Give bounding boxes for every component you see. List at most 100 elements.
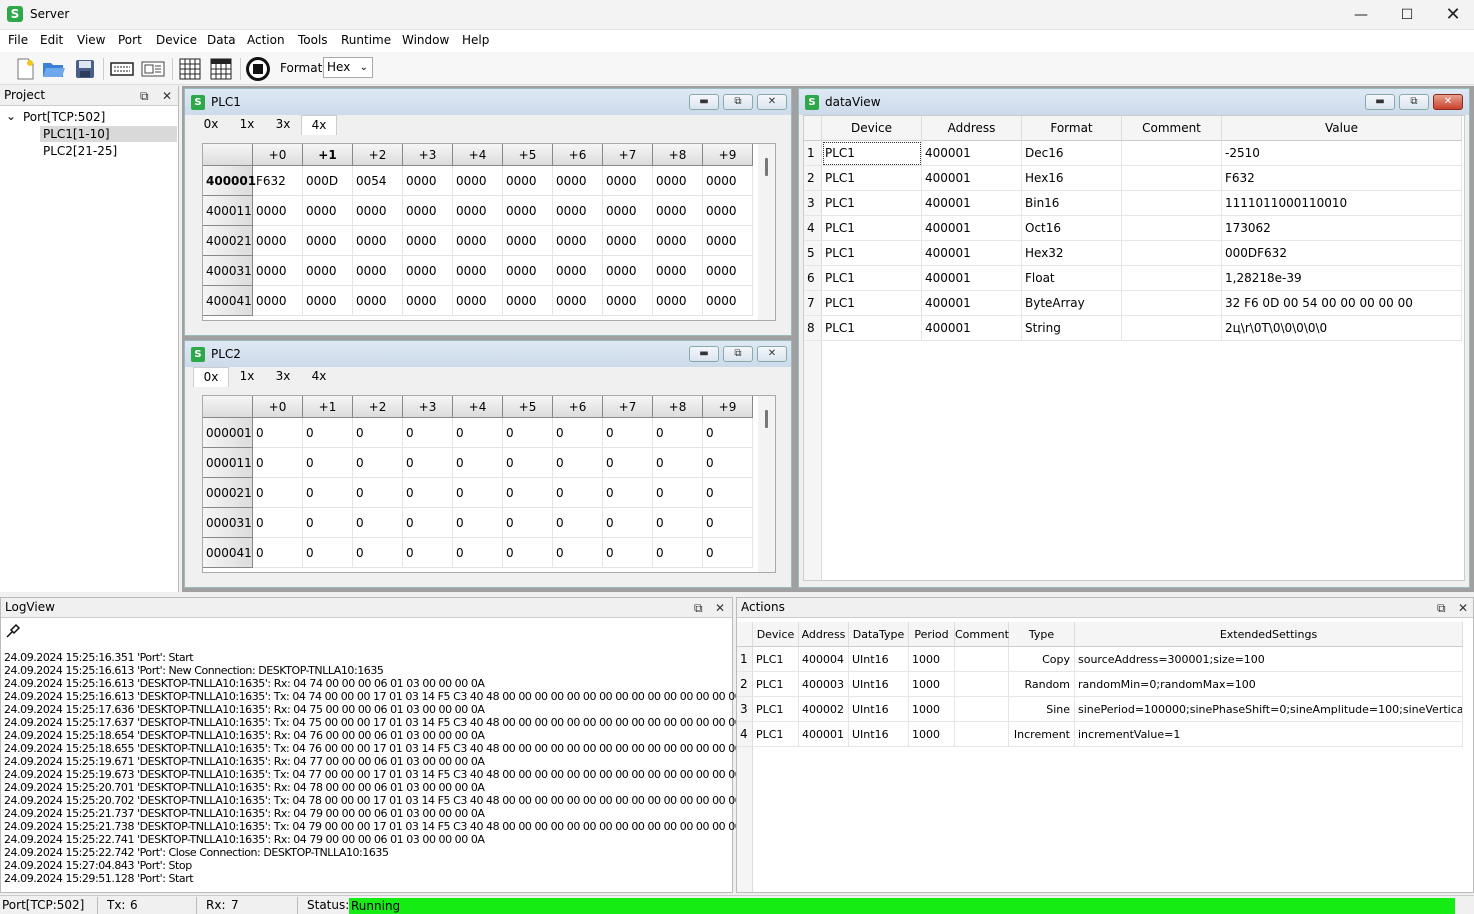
register-cell[interactable]: 0 xyxy=(453,508,503,538)
table-cell[interactable]: PLC1 xyxy=(753,697,799,722)
row-header[interactable]: 000001 xyxy=(203,418,253,448)
restore-button[interactable]: ⧉ xyxy=(723,346,753,362)
table-cell[interactable]: PLC1 xyxy=(753,672,799,697)
tree-item-port[interactable]: Port[TCP:502] xyxy=(23,110,105,124)
row-header[interactable]: 400031 xyxy=(203,256,253,286)
column-header[interactable]: Address xyxy=(799,622,849,647)
table-cell[interactable] xyxy=(955,647,1009,672)
register-cell[interactable]: 0 xyxy=(653,478,703,508)
register-cell[interactable]: 0 xyxy=(453,538,503,568)
register-cell[interactable]: 0000 xyxy=(503,226,553,256)
register-cell[interactable]: 0 xyxy=(653,538,703,568)
column-header[interactable]: Device xyxy=(822,116,922,141)
register-cell[interactable]: 0000 xyxy=(703,226,753,256)
table-cell[interactable]: Copy xyxy=(1009,647,1075,672)
register-cell[interactable]: 0 xyxy=(453,448,503,478)
close-icon[interactable]: ✕ xyxy=(162,87,172,106)
register-cell[interactable]: 0000 xyxy=(303,226,353,256)
table-cell[interactable] xyxy=(1122,216,1222,241)
table-cell[interactable]: PLC1 xyxy=(822,191,922,216)
register-cell[interactable]: 0054 xyxy=(353,166,403,196)
column-header[interactable]: Format xyxy=(1022,116,1122,141)
menu-data[interactable]: Data xyxy=(207,33,236,47)
register-cell[interactable]: 0 xyxy=(403,418,453,448)
table-cell[interactable] xyxy=(1122,266,1222,291)
column-header[interactable]: ExtendedSettings xyxy=(1075,622,1463,647)
menu-file[interactable]: File xyxy=(8,33,28,47)
register-cell[interactable]: 0000 xyxy=(503,166,553,196)
column-header[interactable]: +7 xyxy=(603,144,653,166)
register-cell[interactable]: 0000 xyxy=(353,256,403,286)
table-cell[interactable]: 400003 xyxy=(799,672,849,697)
register-cell[interactable]: 0 xyxy=(653,448,703,478)
register-cell[interactable]: 0 xyxy=(503,478,553,508)
register-cell[interactable]: 0000 xyxy=(553,256,603,286)
tab-4x[interactable]: 4x xyxy=(301,115,337,135)
register-cell[interactable]: 0 xyxy=(303,538,353,568)
register-cell[interactable]: 0 xyxy=(453,478,503,508)
register-cell[interactable]: 0 xyxy=(553,508,603,538)
register-cell[interactable]: 0000 xyxy=(603,166,653,196)
table-cell[interactable] xyxy=(1122,316,1222,341)
dataview-titlebar[interactable]: S dataView ▬ ⧉ ✕ xyxy=(799,89,1469,115)
table-cell[interactable]: -2510 xyxy=(1222,141,1462,166)
plc1-titlebar[interactable]: S PLC1 ▬ ⧉ ✕ xyxy=(185,89,791,115)
register-cell[interactable]: 0000 xyxy=(353,286,403,316)
register-cell[interactable]: 0 xyxy=(403,478,453,508)
float-icon[interactable]: ⧉ xyxy=(1437,599,1446,618)
float-icon[interactable]: ⧉ xyxy=(694,599,703,618)
plc2-titlebar[interactable]: S PLC2 ▬ ⧉ ✕ xyxy=(185,341,791,367)
close-icon[interactable]: ✕ xyxy=(715,599,725,618)
register-cell[interactable]: 0000 xyxy=(403,196,453,226)
close-button[interactable]: ✕ xyxy=(757,346,787,362)
register-cell[interactable]: 0 xyxy=(253,418,303,448)
register-cell[interactable]: 0000 xyxy=(603,226,653,256)
register-cell[interactable]: 0 xyxy=(353,478,403,508)
open-folder-icon[interactable] xyxy=(41,56,67,82)
table-cell[interactable]: PLC1 xyxy=(822,266,922,291)
table-cell[interactable]: Sine xyxy=(1009,697,1075,722)
column-header[interactable]: DataType xyxy=(849,622,909,647)
register-cell[interactable]: 0 xyxy=(553,538,603,568)
chevron-down-icon[interactable]: ⌄ xyxy=(6,109,16,123)
tree-item-plc2[interactable]: PLC2[21-25] xyxy=(43,144,117,158)
table-cell[interactable] xyxy=(1122,241,1222,266)
register-cell[interactable]: 0000 xyxy=(453,256,503,286)
register-cell[interactable]: 0000 xyxy=(303,256,353,286)
table-cell[interactable]: PLC1 xyxy=(753,722,799,747)
register-cell[interactable]: F632 xyxy=(253,166,303,196)
register-cell[interactable]: 0 xyxy=(603,508,653,538)
register-cell[interactable]: 0 xyxy=(403,538,453,568)
tab-1x[interactable]: 1x xyxy=(229,115,265,135)
table-cell[interactable]: 400001 xyxy=(799,722,849,747)
column-header[interactable]: +1 xyxy=(303,144,353,166)
maximize-button[interactable]: ☐ xyxy=(1384,0,1430,30)
column-header[interactable]: +0 xyxy=(253,396,303,418)
register-cell[interactable]: 0 xyxy=(303,478,353,508)
table-cell[interactable]: incrementValue=1 xyxy=(1075,722,1463,747)
restore-button[interactable]: ⧉ xyxy=(723,94,753,110)
table-cell[interactable]: 400001 xyxy=(922,291,1022,316)
table-cell[interactable]: UInt16 xyxy=(849,722,909,747)
table-cell[interactable]: sinePeriod=100000;sinePhaseShift=0;sineA… xyxy=(1075,697,1463,722)
table-cell[interactable]: Increment xyxy=(1009,722,1075,747)
table-cell[interactable]: 400002 xyxy=(799,697,849,722)
table-cell[interactable]: Random xyxy=(1009,672,1075,697)
register-cell[interactable]: 0 xyxy=(603,418,653,448)
register-cell[interactable]: 0000 xyxy=(403,166,453,196)
register-cell[interactable]: 0000 xyxy=(603,286,653,316)
register-cell[interactable]: 0 xyxy=(703,448,753,478)
table-cell[interactable]: 1000 xyxy=(909,697,955,722)
register-cell[interactable]: 0000 xyxy=(253,226,303,256)
table-cell[interactable]: 1,28218e-39 xyxy=(1222,266,1462,291)
register-cell[interactable]: 0 xyxy=(253,508,303,538)
register-cell[interactable]: 0 xyxy=(453,418,503,448)
table-cell[interactable]: UInt16 xyxy=(849,697,909,722)
column-header[interactable]: Comment xyxy=(1122,116,1222,141)
register-cell[interactable]: 0000 xyxy=(503,256,553,286)
register-cell[interactable]: 0000 xyxy=(453,196,503,226)
table-cell[interactable]: UInt16 xyxy=(849,647,909,672)
register-cell[interactable]: 0 xyxy=(503,448,553,478)
column-header[interactable]: +1 xyxy=(303,396,353,418)
register-cell[interactable]: 0 xyxy=(603,478,653,508)
